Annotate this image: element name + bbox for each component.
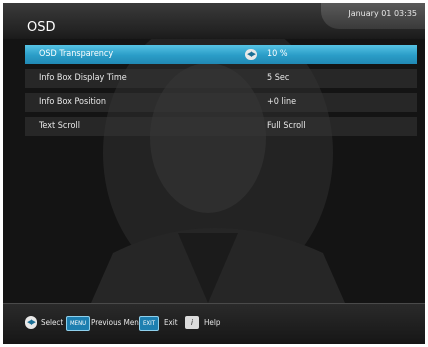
menu-item-value: Full Scroll (267, 121, 306, 131)
menu-item-value: 10 % (267, 49, 288, 59)
menu-item-value: 5 Sec (267, 73, 290, 83)
settings-menu: OSD Transparency ◀▶ 10 % Info Box Displa… (25, 45, 417, 141)
left-right-arrows-icon[interactable]: ◀▶ (245, 49, 257, 60)
menu-item-text-scroll[interactable]: Text Scroll Full Scroll (25, 117, 417, 136)
info-key-button[interactable]: i (185, 316, 199, 329)
menu-item-info-box-display-time[interactable]: Info Box Display Time 5 Sec (25, 69, 417, 88)
left-right-arrows-icon[interactable]: ◀▶ (25, 316, 37, 329)
menu-item-osd-transparency[interactable]: OSD Transparency ◀▶ 10 % (25, 45, 417, 64)
clock: January 01 03:35 (348, 9, 417, 18)
menu-item-label: Info Box Position (39, 97, 106, 107)
header-bar: OSD January 01 03:35 (3, 3, 425, 39)
menu-item-label: Text Scroll (39, 121, 80, 131)
previous-menu-hint: Previous Menu (91, 318, 144, 327)
exit-key-button[interactable]: EXIT (139, 316, 159, 331)
exit-hint: Exit (164, 318, 178, 327)
menu-key-button[interactable]: MENU (66, 316, 91, 331)
page-title: OSD (27, 20, 56, 35)
osd-screen: OSD January 01 03:35 OSD Transparency ◀▶… (3, 3, 425, 344)
menu-item-label: Info Box Display Time (39, 73, 127, 83)
menu-item-info-box-position[interactable]: Info Box Position +0 line (25, 93, 417, 112)
select-hint: Select (41, 318, 64, 327)
help-footer: ◀▶ Select MENU Previous Menu EXIT Exit i… (3, 303, 425, 344)
help-hint: Help (204, 318, 221, 327)
menu-item-value: +0 line (267, 97, 297, 107)
menu-item-label: OSD Transparency (39, 49, 114, 59)
